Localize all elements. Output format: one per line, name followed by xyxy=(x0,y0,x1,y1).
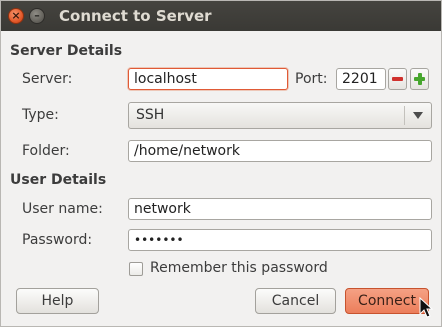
connect-button[interactable]: Connect xyxy=(345,288,429,314)
server-input[interactable]: localhost xyxy=(128,68,288,90)
server-details-heading: Server Details xyxy=(10,43,123,59)
minus-icon xyxy=(392,77,403,81)
password-input[interactable]: ••••••• xyxy=(128,229,432,251)
folder-label: Folder: xyxy=(22,143,70,159)
window-title: Connect to Server xyxy=(59,7,212,25)
port-input[interactable]: 2201 xyxy=(336,68,386,90)
combo-separator xyxy=(404,106,405,125)
connect-to-server-dialog: × – Connect to Server Server Details Ser… xyxy=(0,0,442,327)
mouse-pointer-icon xyxy=(419,297,433,318)
help-button[interactable]: Help xyxy=(16,288,99,314)
remember-password-label[interactable]: Remember this password xyxy=(150,260,328,276)
username-label: User name: xyxy=(22,201,103,217)
type-selected-value: SSH xyxy=(136,107,165,123)
username-input[interactable]: network xyxy=(128,198,432,220)
title-bar: × – Connect to Server xyxy=(1,1,441,31)
password-label: Password: xyxy=(22,232,93,248)
server-label: Server: xyxy=(22,71,73,87)
folder-input[interactable]: /home/network xyxy=(128,140,432,162)
user-details-heading: User Details xyxy=(10,172,107,188)
remember-password-checkbox[interactable] xyxy=(129,262,143,276)
cancel-button[interactable]: Cancel xyxy=(255,288,336,314)
port-decrease-button[interactable] xyxy=(388,68,407,90)
type-select[interactable]: SSH xyxy=(128,102,432,129)
port-label: Port: xyxy=(295,71,328,87)
type-label: Type: xyxy=(22,107,59,123)
chevron-down-icon xyxy=(413,112,423,119)
close-icon[interactable]: × xyxy=(8,8,24,24)
plus-icon-vertical xyxy=(418,73,422,85)
port-increase-button[interactable] xyxy=(410,68,429,90)
minimize-icon[interactable]: – xyxy=(29,8,45,24)
